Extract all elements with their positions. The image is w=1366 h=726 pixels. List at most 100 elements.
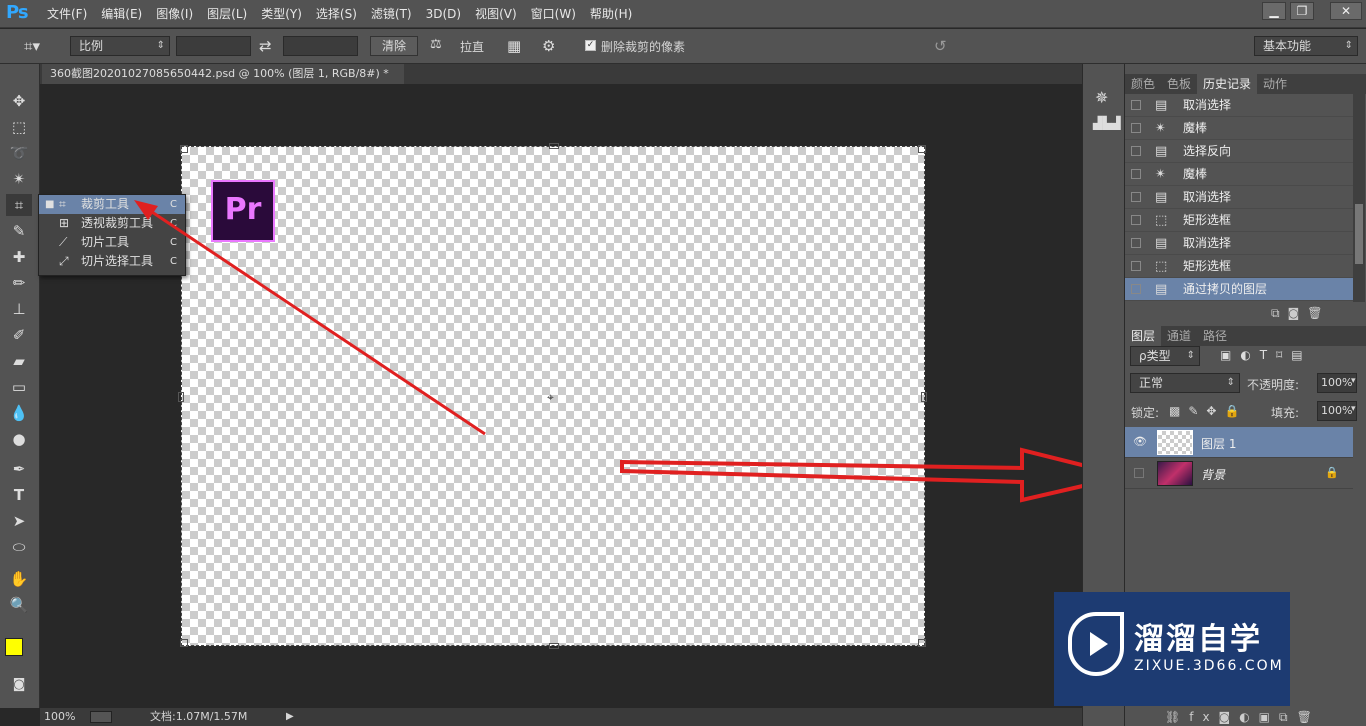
menu-layer[interactable]: 图层(L) (200, 0, 254, 28)
type-tool-icon[interactable]: T (6, 484, 32, 506)
dodge-tool-icon[interactable]: ● (6, 428, 32, 450)
minimize-button[interactable]: ▁ (1262, 2, 1286, 20)
restore-button[interactable]: ❐ (1290, 2, 1314, 20)
crop-handle-br[interactable] (918, 639, 926, 647)
reset-icon[interactable]: ↺ (934, 37, 947, 55)
flyout-item-crop[interactable]: ■ ⌗ 裁剪工具 C (39, 195, 185, 214)
blend-mode-select[interactable]: 正常 (1130, 373, 1240, 393)
ratio-select[interactable]: 比例 (70, 36, 170, 56)
crop-handle-bl[interactable] (180, 639, 188, 647)
layer-filter-icons[interactable]: ▣◐T⌑▤ (1220, 348, 1312, 362)
clear-button[interactable]: 清除 (370, 36, 418, 56)
menu-help[interactable]: 帮助(H) (583, 0, 639, 28)
history-checkbox[interactable] (1131, 261, 1141, 271)
history-checkbox[interactable] (1131, 100, 1141, 110)
width-field[interactable] (176, 36, 251, 56)
tab-history[interactable]: 历史记录 (1197, 74, 1258, 94)
history-checkbox[interactable] (1131, 284, 1141, 294)
crop-handle-right[interactable] (921, 392, 927, 402)
flyout-item-slice-select[interactable]: ⤢ 切片选择工具 C (39, 252, 185, 271)
swap-icon[interactable]: ⇄ (259, 37, 272, 55)
flyout-item-slice[interactable]: ⟋ 切片工具 C (39, 233, 185, 252)
history-checkbox[interactable] (1131, 146, 1141, 156)
tab-channels[interactable]: 通道 (1161, 326, 1197, 346)
tab-color[interactable]: 颜色 (1125, 74, 1161, 94)
move-tool-icon[interactable]: ✥ (6, 90, 32, 112)
delete-cropped-checkbox[interactable]: ✓ (585, 40, 596, 51)
shape-tool-icon[interactable]: ⬭ (6, 536, 32, 558)
visibility-toggle[interactable] (1134, 468, 1144, 478)
lasso-tool-icon[interactable]: ➰ (6, 142, 32, 164)
history-footer-icons[interactable]: ⧉◙🗑 (1271, 306, 1330, 321)
brush-tool-icon[interactable]: ✏ (6, 272, 32, 294)
history-item[interactable]: ▤ 取消选择 (1125, 186, 1353, 209)
menu-window[interactable]: 窗口(W) (524, 0, 583, 28)
history-checkbox[interactable] (1131, 169, 1141, 179)
histogram-icon[interactable]: ▟▙▟ (1093, 116, 1121, 130)
tab-swatches[interactable]: 色板 (1161, 74, 1197, 94)
layers-footer-icons[interactable]: ⛓fx◙◐▣⧉🗑 (1165, 710, 1321, 725)
eyedropper-tool-icon[interactable]: ✎ (6, 220, 32, 242)
healing-tool-icon[interactable]: ✚ (6, 246, 32, 268)
hand-tool-icon[interactable]: ✋ (6, 568, 32, 590)
layer-name[interactable]: 背景 (1201, 466, 1225, 483)
history-item[interactable]: ▤ 取消选择 (1125, 94, 1353, 117)
foreground-color-swatch[interactable] (5, 638, 23, 656)
history-item-current[interactable]: ▤ 通过拷贝的图层 (1125, 278, 1353, 301)
opacity-dropdown-icon[interactable]: ▾ (1351, 376, 1356, 386)
document-tab[interactable]: 360截图20201027085650442.psd @ 100% (图层 1,… (42, 64, 404, 100)
history-scrollbar[interactable] (1353, 94, 1365, 302)
magic-wand-tool-icon[interactable]: ✴ (6, 168, 32, 190)
layer-filter-select[interactable]: ρ类型 (1130, 346, 1200, 366)
workspace-select[interactable]: 基本功能 (1254, 36, 1358, 56)
history-item[interactable]: ⬚ 矩形选框 (1125, 209, 1353, 232)
navigator-icon[interactable]: ✵ (1095, 88, 1108, 107)
history-item[interactable]: ⬚ 矩形选框 (1125, 255, 1353, 278)
straighten-icon[interactable]: ⚖ (430, 37, 442, 52)
marquee-tool-icon[interactable]: ⬚ (6, 116, 32, 138)
quick-mask-icon[interactable]: ◙ (6, 674, 32, 696)
zoom-level[interactable]: 100% (44, 708, 75, 726)
layer-row[interactable]: 👁 图层 1 (1125, 427, 1353, 458)
crop-handle-bottom[interactable] (549, 643, 559, 649)
zoom-tool-icon[interactable]: 🔍 (6, 594, 32, 616)
history-checkbox[interactable] (1131, 192, 1141, 202)
menu-3d[interactable]: 3D(D) (419, 0, 468, 28)
pen-tool-icon[interactable]: ✒ (6, 458, 32, 480)
layer-row[interactable]: 背景 🔒 (1125, 458, 1353, 489)
eye-icon[interactable]: 👁 (1133, 435, 1147, 448)
gradient-tool-icon[interactable]: ▭ (6, 376, 32, 398)
history-item[interactable]: ✴ 魔棒 (1125, 163, 1353, 186)
overlay-grid-icon[interactable]: ▦ (507, 37, 521, 55)
eraser-tool-icon[interactable]: ▰ (6, 350, 32, 372)
crop-handle-tr[interactable] (918, 145, 926, 153)
crop-tool-icon[interactable]: ⌗ (6, 194, 32, 216)
history-checkbox[interactable] (1131, 123, 1141, 133)
blur-tool-icon[interactable]: 💧 (6, 402, 32, 424)
crop-tool-preset-icon[interactable]: ⌗▾ (24, 37, 40, 55)
history-item[interactable]: ▤ 选择反向 (1125, 140, 1353, 163)
height-field[interactable] (283, 36, 358, 56)
crop-handle-left[interactable] (178, 392, 184, 402)
tab-paths[interactable]: 路径 (1197, 326, 1233, 346)
tab-actions[interactable]: 动作 (1257, 74, 1293, 94)
fill-dropdown-icon[interactable]: ▾ (1351, 404, 1356, 414)
history-item[interactable]: ✴ 魔棒 (1125, 117, 1353, 140)
scrollbar-thumb[interactable] (1355, 204, 1363, 264)
path-select-tool-icon[interactable]: ➤ (6, 510, 32, 532)
tab-layers[interactable]: 图层 (1125, 326, 1162, 346)
crop-handle-tl[interactable] (180, 145, 188, 153)
menu-type[interactable]: 类型(Y) (254, 0, 309, 28)
history-item[interactable]: ▤ 取消选择 (1125, 232, 1353, 255)
lock-icons[interactable]: ▩✎✥🔒 (1169, 404, 1247, 418)
history-checkbox[interactable] (1131, 238, 1141, 248)
history-brush-tool-icon[interactable]: ✐ (6, 324, 32, 346)
stamp-tool-icon[interactable]: ⊥ (6, 298, 32, 320)
menu-image[interactable]: 图像(I) (149, 0, 200, 28)
crop-handle-top[interactable] (549, 143, 559, 149)
flyout-item-perspective-crop[interactable]: ⊞ 透视裁剪工具 C (39, 214, 185, 233)
menu-view[interactable]: 视图(V) (468, 0, 524, 28)
close-button[interactable]: ✕ (1330, 2, 1362, 20)
menu-file[interactable]: 文件(F) (40, 0, 94, 28)
menu-filter[interactable]: 滤镜(T) (364, 0, 419, 28)
